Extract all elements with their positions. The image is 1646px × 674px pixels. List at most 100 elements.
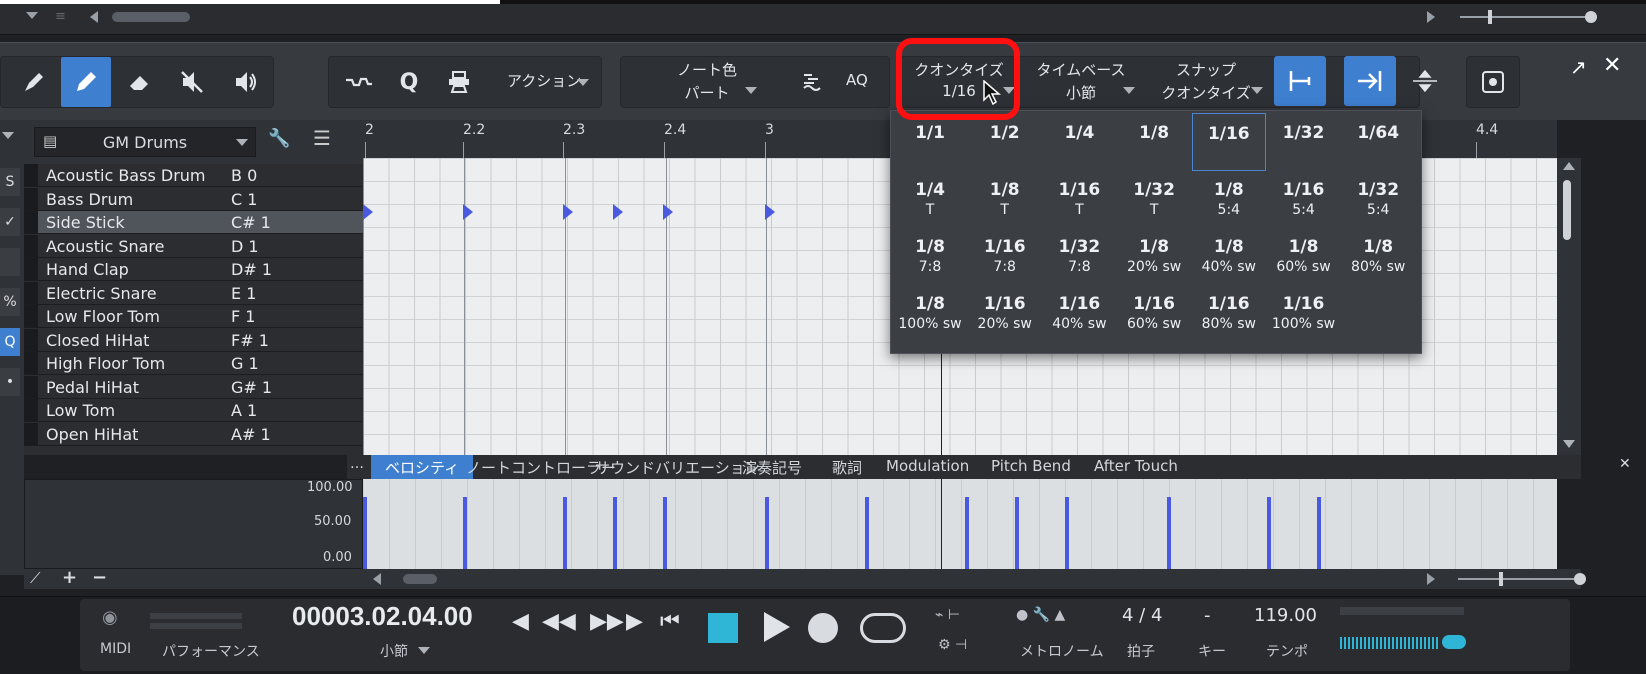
pitch-row[interactable]: Low Tom A 1 [24,399,363,422]
velocity-bar[interactable] [563,497,567,569]
q-button[interactable]: Q [0,328,20,356]
velocity-lane[interactable] [363,479,1557,569]
piano-key[interactable] [24,422,38,445]
position-display[interactable]: 00003.02.04.00 [292,601,473,632]
snap-dropdown-icon[interactable] [1251,87,1263,94]
record-button[interactable] [808,613,838,643]
quantize-option[interactable]: 1/8 5:4 [1192,170,1266,228]
lane-close-icon[interactable]: ✕ [1619,456,1631,472]
zoom-slider-thumb[interactable] [1488,10,1492,24]
scroll-right-icon[interactable] [1427,11,1435,23]
vertical-scrollbar[interactable] [1557,158,1581,455]
zoom-fit-icon[interactable] [1468,57,1518,107]
rewind-start-icon[interactable]: ◀ [512,609,529,634]
instrument-dropdown-icon[interactable] [236,139,248,146]
hscroll-thumb[interactable] [403,574,437,584]
solo-button[interactable]: S [0,168,20,196]
pitch-row[interactable]: Closed HiHat F# 1 [24,328,363,352]
pitch-row[interactable]: Electric Snare E 1 [24,281,363,305]
quantize-option[interactable]: 1/16 100% sw [1267,284,1341,342]
velocity-bar[interactable] [1167,497,1171,569]
scroll-left-icon[interactable] [90,11,98,23]
pencil-tool-icon[interactable] [61,57,111,107]
pitch-row[interactable]: Hand Clap D# 1 [24,258,363,281]
quantize-option[interactable]: 1/8 60% sw [1267,227,1341,285]
quantize-option[interactable]: 1/8 T [968,170,1042,228]
velocity-bar[interactable] [765,497,769,569]
pitch-row[interactable]: High Floor Tom G 1 [24,352,363,375]
piano-key[interactable] [24,305,38,327]
listen-tool-icon[interactable] [221,57,271,107]
timebase-dropdown-icon[interactable] [1123,87,1135,94]
midi-note[interactable] [363,204,373,220]
zoom-slider[interactable] [1460,16,1590,18]
zoom-slider-end[interactable] [1585,11,1597,23]
piano-key[interactable] [24,328,38,351]
quantize-option[interactable]: 1/2 [968,113,1042,171]
length-tool-icon[interactable] [786,57,836,107]
stop-button[interactable] [708,613,738,643]
velocity-bar[interactable] [663,497,667,569]
piano-key[interactable] [24,234,38,257]
midi-note[interactable] [613,204,623,220]
instrument-select[interactable]: ▤ GM Drums [34,127,256,157]
piano-key[interactable] [24,187,38,210]
key-value[interactable]: - [1204,605,1211,626]
check-button[interactable]: ✓ [0,208,20,236]
quantize-option[interactable]: 1/8 80% sw [1341,227,1415,285]
pitch-row[interactable]: Side Stick C# 1 [24,211,363,234]
aq-button[interactable]: AQ [846,71,868,89]
add-lane-icon[interactable]: + [62,567,77,588]
quantize-option[interactable]: 1/16 5:4 [1267,170,1341,228]
quantize-option[interactable]: 1/1 [893,113,967,171]
metronome-icons[interactable]: ● 🔧 ▲ [1016,607,1065,623]
quantize-option[interactable]: 1/8 [1117,113,1191,171]
forward-icon[interactable]: ▶▶ [590,609,624,634]
note-color-value[interactable]: パート [667,82,747,103]
return-zero-icon[interactable]: ⏮ [660,609,680,634]
piano-key[interactable] [24,352,38,374]
midi-note[interactable] [765,204,775,220]
play-button[interactable] [764,612,790,642]
piano-key[interactable] [24,399,38,421]
zoom-thumb[interactable] [1499,572,1503,586]
quantize-option[interactable]: 1/8 20% sw [1117,227,1191,285]
lane-tab[interactable]: Pitch Bend [977,455,1085,479]
pitch-row[interactable]: Low Floor Tom F 1 [24,305,363,328]
lane-tab[interactable]: After Touch [1080,455,1192,479]
pitch-row[interactable]: Acoustic Bass Drum B 0 [24,164,363,187]
snap-value[interactable]: クオンタイズ [1151,82,1261,103]
velocity-bar[interactable] [463,497,467,569]
quantize-option[interactable]: 1/16 60% sw [1117,284,1191,342]
collapse-icon[interactable] [2,132,14,139]
quantize-option[interactable]: 1/16 T [1042,170,1116,228]
velocity-bar[interactable] [1317,497,1321,569]
pitch-row[interactable]: Acoustic Snare D 1 [24,234,363,258]
quantize-option[interactable]: 1/8 100% sw [893,284,967,342]
quantize-option[interactable]: 1/16 40% sw [1042,284,1116,342]
action-dropdown-icon[interactable] [577,79,589,86]
quantize-option[interactable]: 1/4 T [893,170,967,228]
horizontal-scrollbar[interactable] [112,12,190,22]
remove-lane-icon[interactable]: − [92,567,107,588]
quantize-option[interactable]: 1/32 7:8 [1042,227,1116,285]
velocity-bar[interactable] [1267,497,1271,569]
list-view-icon[interactable]: ☰ [313,126,331,150]
settings-icon[interactable]: ⚙ ⊣ [938,637,967,653]
tempo-value[interactable]: 119.00 [1254,605,1317,626]
line-tool-icon[interactable]: ⟋ [30,569,41,587]
blank-button[interactable] [0,248,20,276]
lane-tab[interactable]: Modulation [872,455,983,479]
quantize-option[interactable]: 1/16 20% sw [968,284,1042,342]
split-icon[interactable] [1400,56,1450,106]
quantize-option[interactable]: 1/32 5:4 [1341,170,1415,228]
piano-key[interactable] [24,164,38,186]
close-icon[interactable]: ✕ [1603,53,1621,78]
lane-tab[interactable]: 演奏記号 [728,455,816,479]
quantize-option[interactable]: 1/32 T [1117,170,1191,228]
position-unit-dropdown-icon[interactable] [418,647,430,654]
pitch-row[interactable]: Pedal HiHat G# 1 [24,375,363,399]
velocity-bar[interactable] [865,497,869,569]
quantize-q-icon[interactable]: Q [384,57,434,107]
note-color-dropdown-icon[interactable] [745,87,757,94]
